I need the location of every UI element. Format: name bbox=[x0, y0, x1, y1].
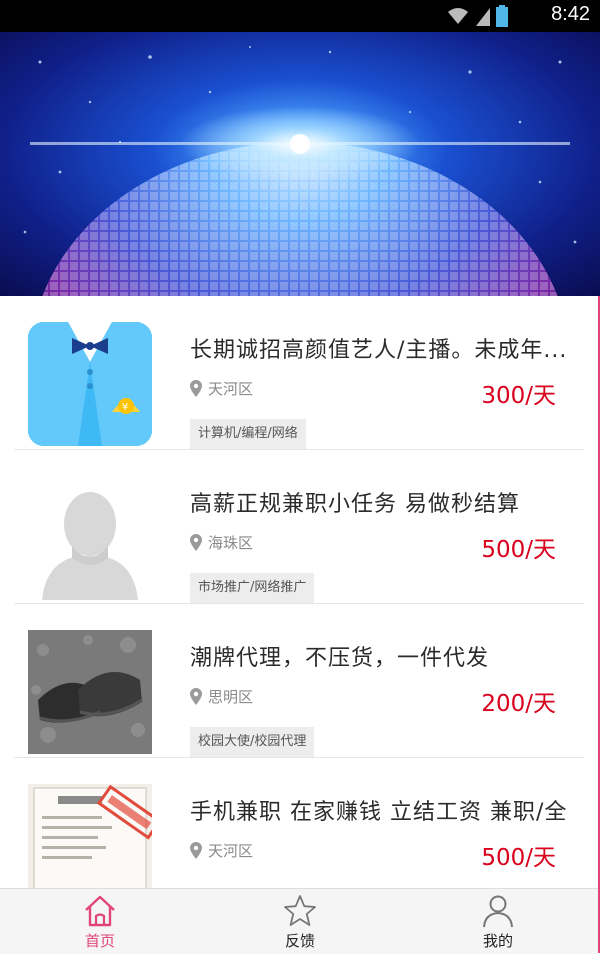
person-icon bbox=[483, 895, 513, 928]
category-tag: 计算机/编程/网络 bbox=[190, 419, 306, 449]
list-item[interactable]: 手机兼职 在家赚钱 立结工资 兼职/全 天河区 500/天 bbox=[0, 758, 598, 888]
listing-title[interactable]: 潮牌代理，不压货，一件代发 bbox=[190, 640, 582, 672]
listing-location: 天河区 bbox=[190, 840, 253, 861]
listing-location: 天河区 bbox=[190, 378, 253, 399]
listing-title[interactable]: 长期诚招高颜值艺人/主播。未成年... bbox=[190, 332, 582, 364]
tab-home-label: 首页 bbox=[84, 932, 115, 950]
suit-icon: ¥ bbox=[28, 322, 152, 446]
banner-image[interactable] bbox=[0, 32, 600, 296]
list-item[interactable]: 高薪正规兼职小任务 易做秒结算 海珠区 500/天 市场推广/网络推广 bbox=[0, 450, 598, 604]
location-pin-icon bbox=[190, 534, 202, 551]
listing-price: 200/天 bbox=[481, 691, 556, 717]
svg-text:¥: ¥ bbox=[122, 402, 128, 413]
tab-feedback-label: 反馈 bbox=[284, 932, 315, 950]
status-bar: 8:42 bbox=[0, 0, 600, 32]
location-label: 海珠区 bbox=[208, 534, 254, 552]
location-label: 天河区 bbox=[208, 380, 254, 398]
listing-price: 500/天 bbox=[481, 537, 556, 563]
avatar-placeholder-icon bbox=[28, 476, 152, 600]
signal-icon bbox=[476, 8, 490, 26]
tab-profile-label: 我的 bbox=[482, 932, 513, 950]
battery-icon bbox=[496, 5, 508, 27]
sneakers-photo bbox=[28, 630, 152, 754]
wifi-icon bbox=[448, 8, 468, 24]
location-label: 思明区 bbox=[208, 688, 254, 706]
listing-price: 500/天 bbox=[481, 845, 556, 871]
listing-title[interactable]: 高薪正规兼职小任务 易做秒结算 bbox=[190, 486, 582, 518]
listing-title[interactable]: 手机兼职 在家赚钱 立结工资 兼职/全 bbox=[190, 794, 582, 826]
tab-profile[interactable]: 我的 bbox=[438, 889, 558, 954]
listing-location: 海珠区 bbox=[190, 532, 253, 553]
status-time: 8:42 bbox=[551, 3, 590, 25]
location-pin-icon bbox=[190, 688, 202, 705]
list-item[interactable]: ¥ 长期诚招高颜值艺人/主播。未成年... 天河区 300/天 计算机/编程/网… bbox=[0, 296, 598, 450]
status-icons bbox=[446, 5, 508, 27]
bottom-tab-bar: 首页 反馈 我的 bbox=[0, 888, 598, 954]
business-license-photo bbox=[28, 784, 152, 888]
job-list: ¥ 长期诚招高颜值艺人/主播。未成年... 天河区 300/天 计算机/编程/网… bbox=[0, 296, 598, 888]
category-tag: 校园大使/校园代理 bbox=[190, 727, 315, 757]
tab-feedback[interactable]: 反馈 bbox=[240, 889, 360, 954]
location-label: 天河区 bbox=[208, 842, 254, 860]
tab-home[interactable]: 首页 bbox=[40, 889, 160, 954]
home-icon bbox=[85, 895, 115, 927]
location-pin-icon bbox=[190, 380, 202, 397]
disco-ball-illustration bbox=[23, 46, 577, 296]
listing-price: 300/天 bbox=[481, 383, 556, 409]
star-icon bbox=[284, 895, 316, 926]
category-tag: 市场推广/网络推广 bbox=[190, 573, 315, 603]
location-pin-icon bbox=[190, 842, 202, 859]
list-item[interactable]: 潮牌代理，不压货，一件代发 思明区 200/天 校园大使/校园代理 bbox=[0, 604, 598, 758]
listing-location: 思明区 bbox=[190, 686, 253, 707]
